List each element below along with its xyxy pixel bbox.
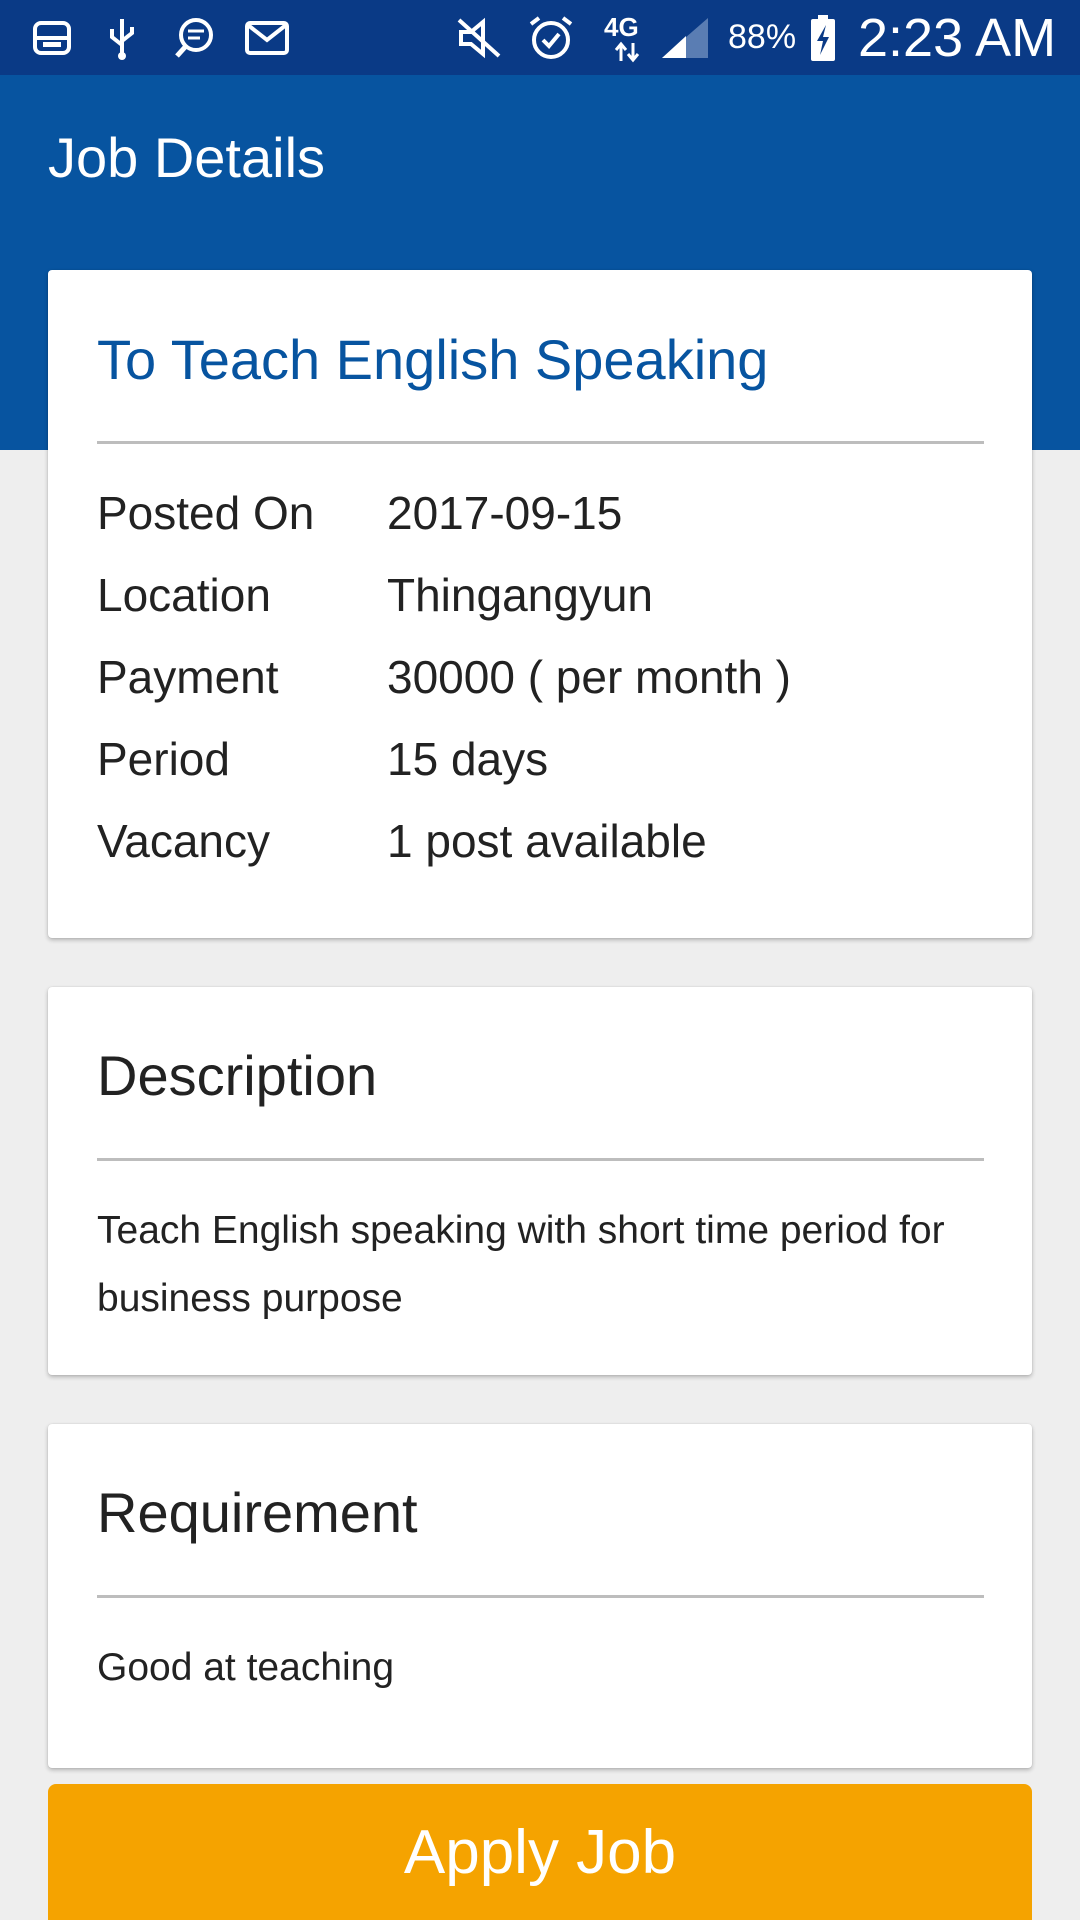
detail-label: Vacancy xyxy=(97,815,271,867)
signal-icon xyxy=(660,0,710,75)
battery-percent: 88% xyxy=(728,18,797,56)
storage-icon xyxy=(30,0,74,75)
requirement-text: Good at teaching xyxy=(97,1646,395,1689)
detail-label: Period xyxy=(97,733,230,785)
detail-row-payment: Payment 30000 ( per month ) xyxy=(97,642,984,712)
clock: 2:23 AM xyxy=(858,7,1057,68)
detail-row-location: Location Thingangyun xyxy=(97,560,984,630)
detail-row-vacancy: Vacancy 1 post available xyxy=(97,806,984,876)
detail-value: 15 days xyxy=(387,733,549,785)
description-heading: Description xyxy=(97,1044,378,1107)
divider xyxy=(97,441,984,444)
detail-label: Payment xyxy=(97,651,279,703)
requirement-heading: Requirement xyxy=(97,1481,418,1544)
job-title: To Teach English Speaking xyxy=(97,328,769,391)
messenger-icon xyxy=(170,0,218,75)
detail-label: Location xyxy=(97,569,271,621)
apply-job-button[interactable]: Apply Job xyxy=(48,1784,1032,1920)
detail-value: Thingangyun xyxy=(387,569,653,621)
mute-icon xyxy=(454,0,504,75)
detail-label: Posted On xyxy=(97,487,315,539)
job-summary-card: To Teach English Speaking Posted On 2017… xyxy=(48,270,1032,938)
description-card: Description Teach English speaking with … xyxy=(48,987,1032,1375)
page-title: Job Details xyxy=(48,126,326,189)
divider xyxy=(97,1595,984,1598)
status-bar: 4G 88% 2:23 AM xyxy=(0,0,1080,75)
gmail-icon xyxy=(243,0,291,75)
divider xyxy=(97,1158,984,1161)
detail-row-posted-on: Posted On 2017-09-15 xyxy=(97,478,984,548)
alarm-icon xyxy=(526,0,576,75)
detail-row-period: Period 15 days xyxy=(97,724,984,794)
detail-value: 1 post available xyxy=(387,815,707,867)
usb-icon xyxy=(100,0,144,75)
detail-value: 30000 ( per month ) xyxy=(387,651,792,703)
detail-value: 2017-09-15 xyxy=(387,487,623,539)
battery-charging-icon xyxy=(808,0,838,75)
requirement-card: Requirement Good at teaching xyxy=(48,1424,1032,1768)
description-text: Teach English speaking with short time p… xyxy=(97,1209,945,1320)
